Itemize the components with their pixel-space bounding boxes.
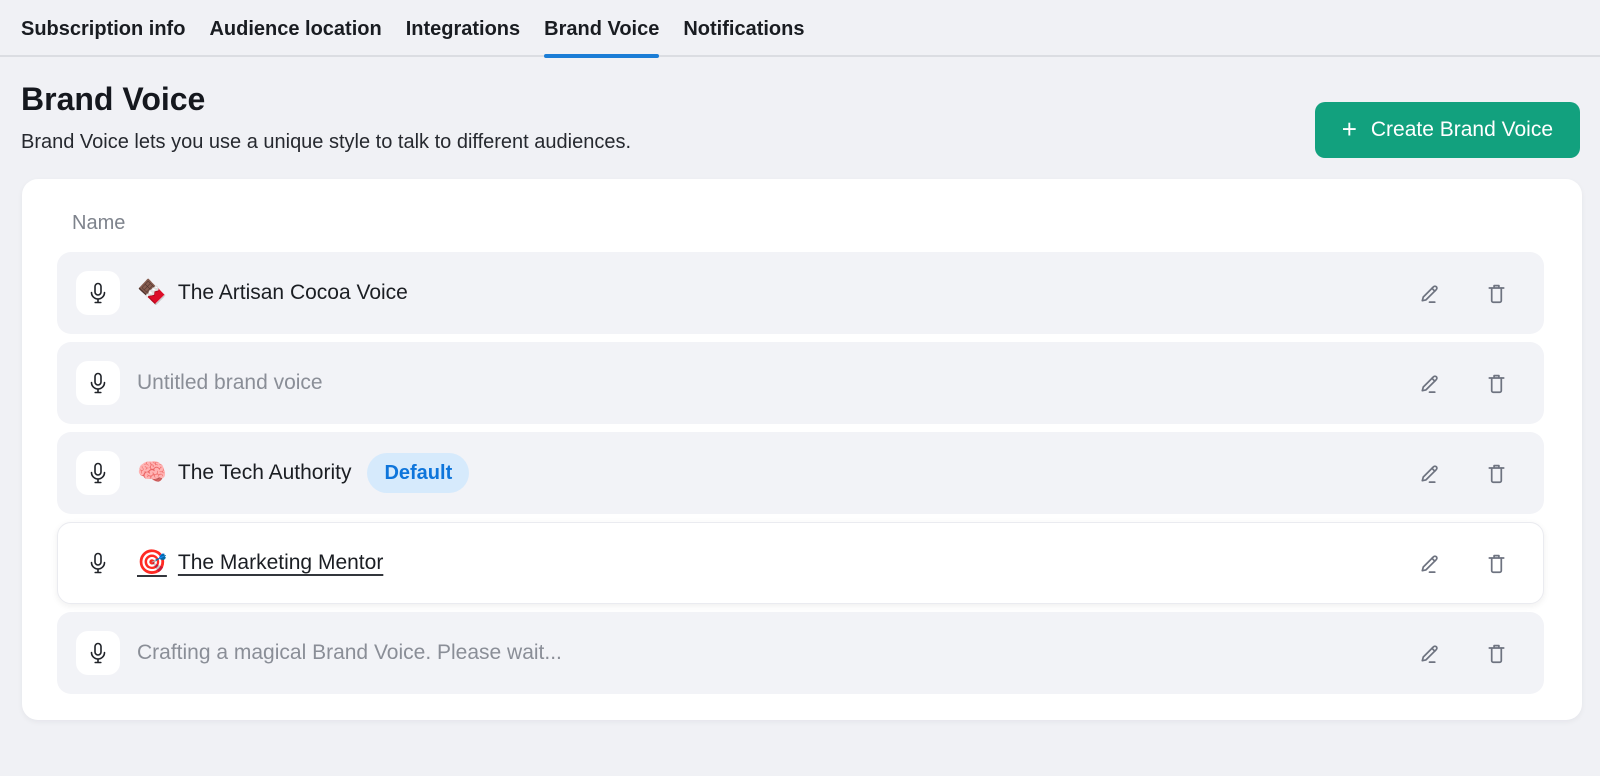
- brand-voice-rows: 🍫 The Artisan Cocoa Voice: [57, 252, 1544, 694]
- page-header: Brand Voice Brand Voice lets you use a u…: [0, 57, 1600, 154]
- brand-voice-list-card: Name 🍫 The Artisan Cocoa Voice: [22, 179, 1582, 720]
- default-badge: Default: [367, 453, 469, 493]
- microphone-icon: [76, 361, 120, 405]
- brand-voice-name: 🧠 The Tech Authority: [137, 461, 351, 485]
- name-column-header: Name: [57, 212, 1544, 235]
- page-header-text: Brand Voice Brand Voice lets you use a u…: [21, 81, 631, 154]
- edit-button[interactable]: [1418, 372, 1441, 395]
- delete-button[interactable]: [1485, 642, 1508, 665]
- brand-voice-name[interactable]: 🎯 The Marketing Mentor: [137, 551, 383, 575]
- brand-voice-row-marketing-mentor[interactable]: 🎯 The Marketing Mentor: [57, 522, 1544, 604]
- brand-voice-row-generating[interactable]: Crafting a magical Brand Voice. Please w…: [57, 612, 1544, 694]
- tab-brand-voice[interactable]: Brand Voice: [544, 18, 659, 55]
- tab-audience-location[interactable]: Audience location: [209, 18, 381, 55]
- plus-icon: +: [1342, 116, 1357, 142]
- brain-emoji: 🧠: [137, 461, 167, 485]
- tab-integrations[interactable]: Integrations: [406, 18, 520, 55]
- brand-voice-row-untitled[interactable]: Untitled brand voice: [57, 342, 1544, 424]
- edit-button[interactable]: [1418, 642, 1441, 665]
- microphone-icon: [76, 541, 120, 585]
- delete-button[interactable]: [1485, 462, 1508, 485]
- create-brand-voice-label: Create Brand Voice: [1371, 118, 1553, 142]
- delete-button[interactable]: [1485, 282, 1508, 305]
- brand-voice-name: Crafting a magical Brand Voice. Please w…: [137, 641, 562, 665]
- settings-tab-bar: Subscription info Audience location Inte…: [0, 0, 1600, 57]
- microphone-icon: [76, 451, 120, 495]
- delete-button[interactable]: [1485, 372, 1508, 395]
- row-actions: [1418, 552, 1508, 575]
- page-title: Brand Voice: [21, 81, 631, 118]
- row-actions: [1418, 282, 1508, 305]
- delete-button[interactable]: [1485, 552, 1508, 575]
- microphone-icon: [76, 631, 120, 675]
- edit-button[interactable]: [1418, 282, 1441, 305]
- brand-voice-row-tech-authority[interactable]: 🧠 The Tech Authority Default: [57, 432, 1544, 514]
- row-actions: [1418, 462, 1508, 485]
- brand-voice-name: Untitled brand voice: [137, 371, 323, 395]
- page-subtitle: Brand Voice lets you use a unique style …: [21, 131, 631, 154]
- brand-voice-row-artisan-cocoa[interactable]: 🍫 The Artisan Cocoa Voice: [57, 252, 1544, 334]
- tab-subscription-info[interactable]: Subscription info: [21, 18, 185, 55]
- edit-button[interactable]: [1418, 552, 1441, 575]
- chocolate-bar-emoji: 🍫: [137, 281, 167, 305]
- brand-voice-name: 🍫 The Artisan Cocoa Voice: [137, 281, 408, 305]
- create-brand-voice-button[interactable]: + Create Brand Voice: [1315, 102, 1580, 158]
- row-actions: [1418, 372, 1508, 395]
- dart-target-emoji: 🎯: [137, 551, 167, 575]
- microphone-icon: [76, 271, 120, 315]
- edit-button[interactable]: [1418, 462, 1441, 485]
- tab-notifications[interactable]: Notifications: [683, 18, 804, 55]
- row-actions: [1418, 642, 1508, 665]
